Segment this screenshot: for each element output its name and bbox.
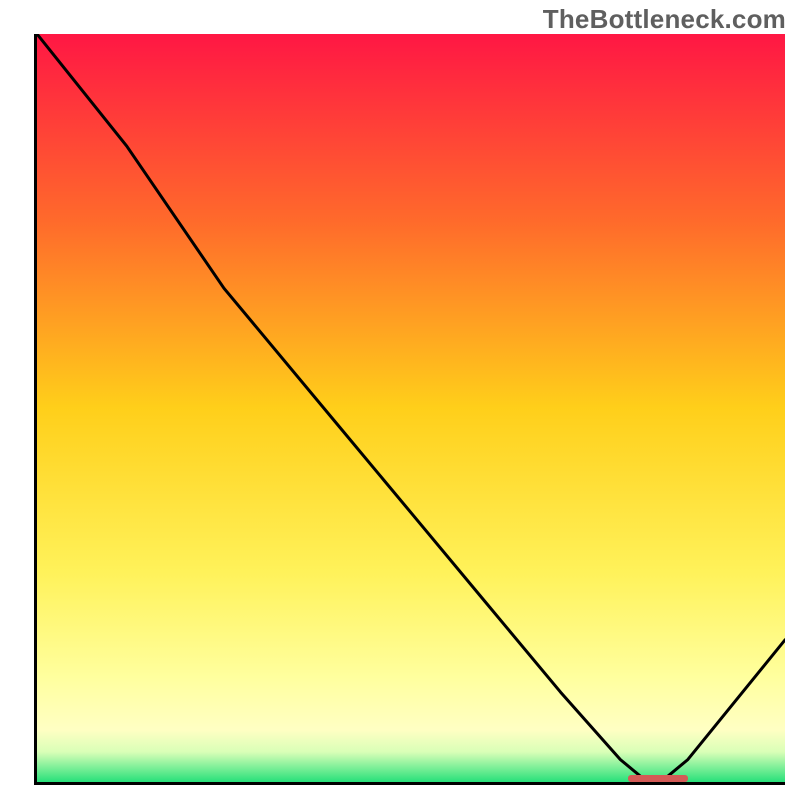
optimal-range-marker <box>628 775 688 782</box>
bottleneck-curve <box>37 34 785 782</box>
watermark-text: TheBottleneck.com <box>543 4 786 35</box>
plot-area <box>37 34 785 782</box>
chart-stage: TheBottleneck.com <box>0 0 800 800</box>
plot-axes <box>34 34 785 785</box>
